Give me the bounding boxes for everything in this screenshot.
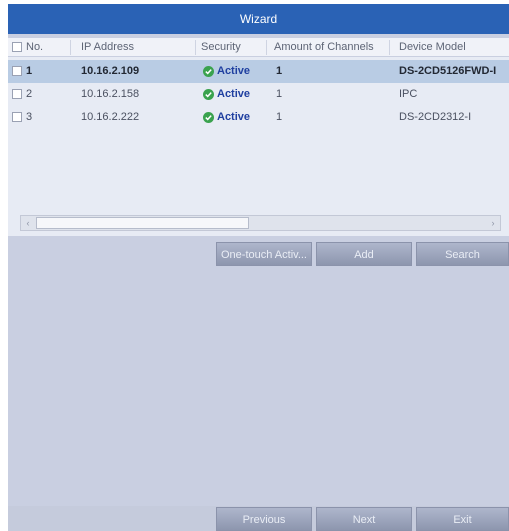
add-button[interactable]: Add	[316, 242, 412, 266]
cell-channels: 1	[276, 111, 283, 123]
header-amount-of-channels[interactable]: Amount of Channels	[274, 38, 374, 57]
cell-channels: 1	[276, 88, 283, 100]
header-no[interactable]: No.	[26, 38, 43, 57]
cell-ip-address: 10.16.2.158	[81, 88, 140, 100]
header-security[interactable]: Security	[201, 38, 241, 57]
wizard-window: Wizard No. IP Address Security Amount of…	[8, 4, 509, 531]
check-circle-icon	[203, 89, 214, 100]
cell-ip-address: 10.16.2.109	[81, 65, 140, 77]
cell-no: 3	[26, 111, 33, 123]
table-row[interactable]: 3 10.16.2.222 Active 1 DS-2CD2312-I	[8, 106, 509, 129]
cell-channels: 1	[276, 65, 283, 77]
table-row[interactable]: 1 10.16.2.109 Active 1 DS-2CD5126FWD-I	[8, 60, 509, 83]
row-checkbox[interactable]	[12, 89, 22, 99]
security-status: Active	[217, 111, 251, 123]
device-table: No. IP Address Security Amount of Channe…	[8, 38, 509, 236]
scrollbar-thumb[interactable]	[36, 217, 249, 229]
cell-ip-address: 10.16.2.222	[81, 111, 140, 123]
column-divider	[195, 40, 196, 55]
next-button[interactable]: Next	[316, 507, 412, 531]
row-checkbox[interactable]	[12, 112, 22, 122]
wizard-footer: Previous Next Exit	[8, 506, 509, 531]
security-status: Active	[217, 65, 251, 77]
row-checkbox[interactable]	[12, 66, 22, 76]
column-divider	[70, 40, 71, 55]
table-header: No. IP Address Security Amount of Channe…	[8, 38, 509, 57]
cell-no: 2	[26, 88, 33, 100]
previous-button[interactable]: Previous	[216, 507, 312, 531]
select-all-checkbox[interactable]	[12, 42, 22, 52]
window-title: Wizard	[8, 4, 509, 34]
one-touch-activate-button[interactable]: One-touch Activ...	[216, 242, 312, 266]
security-status: Active	[217, 88, 251, 100]
chevron-left-icon[interactable]: ‹	[21, 216, 35, 230]
header-device-model[interactable]: Device Model	[399, 38, 466, 57]
column-divider	[266, 40, 267, 55]
chevron-right-icon[interactable]: ›	[486, 216, 500, 230]
search-button[interactable]: Search	[416, 242, 509, 266]
exit-button[interactable]: Exit	[416, 507, 509, 531]
horizontal-scrollbar[interactable]: ‹ ›	[20, 215, 501, 231]
cell-device-model: IPC	[399, 88, 418, 100]
check-circle-icon	[203, 112, 214, 123]
column-divider	[389, 40, 390, 55]
cell-no: 1	[26, 65, 33, 77]
cell-device-model: DS-2CD5126FWD-I	[399, 65, 497, 77]
check-circle-icon	[203, 66, 214, 77]
cell-device-model: DS-2CD2312-I	[399, 111, 472, 123]
header-ip-address[interactable]: IP Address	[81, 38, 134, 57]
table-row[interactable]: 2 10.16.2.158 Active 1 IPC	[8, 83, 509, 106]
